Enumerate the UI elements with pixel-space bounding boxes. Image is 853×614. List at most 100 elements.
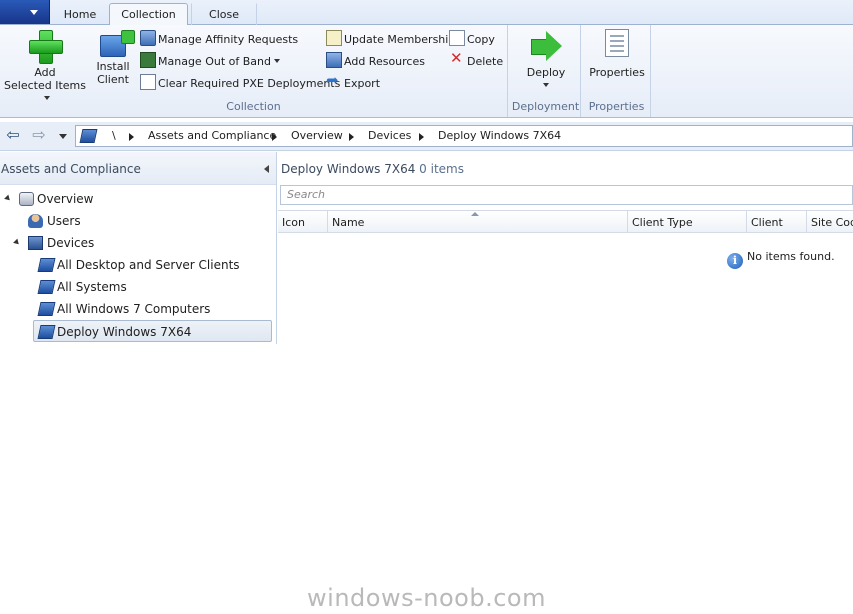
column-header-name[interactable]: Name [328, 211, 628, 233]
manage-affinity-requests-button[interactable]: Manage Affinity Requests [140, 30, 298, 50]
watermark: windows-noob.com [307, 584, 546, 612]
tab-home[interactable]: Home [55, 3, 105, 25]
update-membership-label: Update Membership [344, 33, 456, 46]
column-header-icon[interactable]: Icon [278, 211, 328, 233]
properties-button[interactable]: Properties [587, 29, 647, 79]
search-input[interactable]: Search [280, 185, 853, 205]
manage-out-of-band-label: Manage Out of Band [158, 55, 271, 68]
out-of-band-icon [140, 52, 156, 68]
tree-item-label: All Desktop and Server Clients [57, 258, 240, 272]
tree-expander-icon[interactable] [13, 238, 21, 247]
tree-item-label: Deploy Windows 7X64 [57, 325, 192, 339]
breadcrumb-separator-icon[interactable] [419, 133, 424, 141]
collection-icon [37, 302, 56, 316]
info-icon: i [727, 253, 743, 269]
breadcrumb-devices[interactable]: Devices [368, 129, 411, 142]
ribbon: Add Selected Items Install Client Manage… [0, 25, 853, 118]
tree-item-devices[interactable]: Devices [0, 232, 270, 254]
navigation-pane: Assets and Compliance Overview Users Dev… [0, 152, 277, 344]
chevron-down-icon [30, 10, 38, 15]
results-pane: Deploy Windows 7X64 0 items Search Icon … [278, 152, 853, 344]
add-selected-items-button[interactable]: Add Selected Items [4, 29, 86, 105]
install-client-label-line1: Install [96, 60, 130, 73]
plus-icon [28, 29, 63, 64]
add-selected-items-label-line2: Selected Items [4, 79, 86, 92]
collection-icon [79, 129, 98, 143]
properties-icon [605, 29, 629, 57]
add-resources-button[interactable]: Add Resources [326, 52, 425, 72]
application-menu-button[interactable] [0, 0, 50, 24]
users-icon [28, 214, 43, 228]
ribbon-group-properties: Properties Properties [583, 25, 651, 117]
update-membership-icon [326, 30, 342, 46]
breadcrumb-root[interactable]: \ [112, 129, 116, 142]
back-button[interactable]: ⇦ [2, 126, 24, 146]
deploy-button[interactable]: Deploy [521, 29, 571, 92]
tree-item-users[interactable]: Users [0, 210, 270, 232]
breadcrumb-separator-icon[interactable] [129, 133, 134, 141]
deploy-caret-row [521, 79, 571, 92]
update-membership-button[interactable]: Update Membership [326, 30, 455, 50]
arrow-right-icon: ⇨ [32, 125, 46, 144]
tree-item-all-systems[interactable]: All Systems [0, 276, 270, 298]
column-header-site-code[interactable]: Site Code [807, 211, 853, 233]
tree-item-deploy-windows-7x64[interactable]: Deploy Windows 7X64 [33, 320, 272, 342]
ribbon-group-label-deployment: Deployment [511, 100, 580, 113]
ribbon-group-label-collection: Collection [226, 100, 281, 113]
item-count: 0 items [419, 162, 464, 176]
copy-icon [449, 30, 465, 46]
delete-button[interactable]: Delete [449, 48, 504, 72]
breadcrumb-separator-icon[interactable] [349, 133, 354, 141]
navigation-pane-header: Assets and Compliance [0, 152, 276, 185]
empty-state: i No items found. [727, 250, 835, 269]
install-client-icon [100, 30, 135, 57]
results-title: Deploy Windows 7X64 0 items [281, 162, 464, 176]
tab-collection[interactable]: Collection [109, 3, 188, 26]
clear-pxe-label: Clear Required PXE Deployments [158, 77, 341, 90]
add-resources-icon [326, 52, 342, 68]
delete-icon [449, 48, 465, 68]
tab-close[interactable]: Close [191, 3, 257, 25]
tree-item-label: Overview [37, 192, 94, 206]
tree-item-overview[interactable]: Overview [0, 188, 270, 210]
overview-icon [19, 192, 34, 206]
collection-icon [37, 280, 56, 294]
tree-item-label: Users [47, 214, 81, 228]
deploy-label: Deploy [526, 66, 566, 79]
arrow-left-icon: ⇦ [6, 125, 20, 144]
pxe-icon [140, 74, 156, 90]
install-client-button[interactable]: Install Client [92, 29, 135, 86]
tree-expander-icon[interactable] [4, 194, 12, 203]
breadcrumb-overview[interactable]: Overview [291, 129, 343, 142]
breadcrumb-deploy-windows-7x64[interactable]: Deploy Windows 7X64 [438, 129, 561, 142]
tree-item-label: All Systems [57, 280, 127, 294]
ribbon-group-deployment: Deploy Deployment [511, 25, 581, 117]
copy-button[interactable]: Copy [449, 30, 495, 50]
install-client-label-line2: Client [97, 73, 129, 86]
tree-item-all-desktop-and-server-clients[interactable]: All Desktop and Server Clients [0, 254, 270, 276]
clear-pxe-deployments-button[interactable]: Clear Required PXE Deployments [140, 74, 340, 94]
grid-header: Icon Name Client Type Client Site Code [278, 210, 853, 233]
ribbon-group-label-properties: Properties [588, 100, 645, 113]
chevron-down-icon [273, 59, 280, 63]
tree-item-label: All Windows 7 Computers [57, 302, 211, 316]
delete-label: Delete [467, 55, 504, 68]
add-resources-label: Add Resources [344, 55, 425, 68]
copy-label: Copy [467, 33, 495, 46]
breadcrumb-separator-icon[interactable] [272, 133, 277, 141]
column-header-client[interactable]: Client [747, 211, 807, 233]
collection-icon [37, 258, 56, 272]
ribbon-tab-bar: Home Collection Close [0, 0, 853, 26]
manage-out-of-band-button[interactable]: Manage Out of Band [140, 52, 280, 72]
devices-icon [28, 236, 43, 250]
results-header: Deploy Windows 7X64 0 items [278, 152, 853, 184]
forward-button[interactable]: ⇨ [28, 126, 50, 146]
tree-item-all-windows-7-computers[interactable]: All Windows 7 Computers [0, 298, 270, 320]
collapse-pane-icon[interactable] [264, 165, 269, 173]
manage-affinity-requests-label: Manage Affinity Requests [158, 33, 299, 46]
export-button[interactable]: Export [326, 70, 380, 94]
column-header-client-type[interactable]: Client Type [628, 211, 747, 233]
breadcrumb-assets-and-compliance[interactable]: Assets and Compliance [148, 129, 276, 142]
history-dropdown-icon[interactable] [59, 134, 67, 139]
collection-name: Deploy Windows 7X64 [281, 162, 416, 176]
